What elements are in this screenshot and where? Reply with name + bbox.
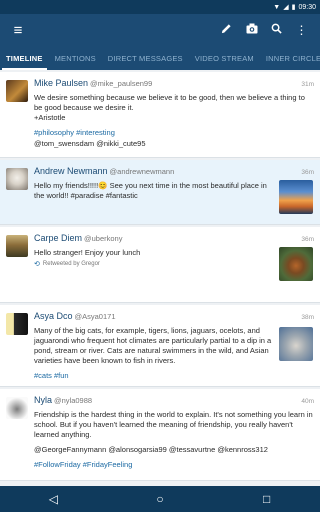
status-bar: ▼ ◢ ▮ 09:30 (0, 0, 320, 14)
tweet-text: Many of the big cats, for example, tiger… (34, 326, 272, 365)
tab-inner-circle[interactable]: INNER CIRCLE (260, 54, 320, 70)
tweet-time: 40m (301, 398, 314, 405)
overflow-menu-icon[interactable]: ⋮ (289, 23, 314, 37)
recents-icon[interactable]: □ (247, 492, 287, 506)
retweet-icon: ⟲ (34, 261, 40, 268)
tweet-mentions[interactable]: @tom_swensdam @nikki_cute95 (34, 139, 314, 149)
tweet-item[interactable]: Andrew Newmann @andrewnewmann 36m Hello … (0, 160, 320, 225)
clock: 09:30 (298, 3, 316, 11)
avatar[interactable] (6, 235, 28, 257)
tab-bar: TIMELINE MENTIONS DIRECT MESSAGES VIDEO … (0, 46, 320, 70)
tweet-text-attribution: +Aristotle (34, 113, 66, 122)
tweet-time: 38m (301, 314, 314, 321)
tweet-text: Friendship is the hardest thing in the w… (34, 410, 313, 439)
tweet-author-name[interactable]: Nyla (34, 395, 52, 406)
search-icon[interactable] (264, 23, 289, 37)
tweet-hashtags[interactable]: #philosophy #interesting (34, 128, 314, 138)
tweet-hashtags[interactable]: #cats #fun (34, 371, 314, 381)
tweet-media-thumbnail[interactable] (279, 180, 313, 214)
app-toolbar: ≡ ⋮ (0, 14, 320, 46)
avatar[interactable] (6, 313, 28, 335)
tweet-text: Hello stranger! Enjoy your lunch (34, 248, 141, 257)
tweet-author-name[interactable]: Carpe Diem (34, 233, 82, 244)
avatar[interactable] (6, 397, 28, 419)
tweet-author-name[interactable]: Andrew Newmann (34, 166, 108, 177)
hamburger-menu-icon[interactable]: ≡ (6, 22, 30, 39)
tweet-author-handle[interactable]: @mike_paulsen99 (90, 78, 152, 89)
tweet-mentions[interactable]: @GeorgeFannymann @alonsogarsia99 @tessav… (34, 445, 314, 455)
tweet-hashtags[interactable]: #FollowFriday #FridayFeeling (34, 460, 314, 470)
tweet-media-thumbnail[interactable] (279, 327, 313, 361)
tweet-author-handle[interactable]: @uberkony (84, 233, 122, 244)
tweet-text: Hello my friends!!!!!😊 See you next time… (34, 181, 267, 200)
tab-direct-messages[interactable]: DIRECT MESSAGES (102, 54, 189, 70)
tweet-author-handle[interactable]: @nyla0988 (54, 395, 92, 406)
back-icon[interactable]: ◁ (33, 492, 73, 506)
tweet-author-name[interactable]: Asya Dco (34, 311, 73, 322)
tweet-text: We desire something because we believe i… (34, 93, 305, 112)
camera-icon[interactable] (239, 23, 264, 37)
tweet-author-handle[interactable]: @Asya0171 (75, 311, 116, 322)
tweet-item[interactable]: Nyla @nyla0988 40m Friendship is the har… (0, 389, 320, 481)
timeline-feed[interactable]: Mike Paulsen @mike_paulsen99 31m We desi… (0, 70, 320, 486)
tab-video-stream[interactable]: VIDEO STREAM (189, 54, 260, 70)
tweet-author-name[interactable]: Mike Paulsen (34, 78, 88, 89)
battery-icon: ▮ (291, 3, 296, 11)
compose-pencil-icon[interactable] (214, 23, 239, 37)
retweet-label: Retweeted by Gregor (42, 261, 100, 267)
retweet-indicator: ⟲ Retweeted by Gregor (34, 260, 314, 268)
tab-timeline[interactable]: TIMELINE (0, 54, 49, 70)
avatar[interactable] (6, 168, 28, 190)
tweet-item[interactable]: Asya Dco @Asya0171 38m Many of the big c… (0, 305, 320, 387)
system-navigation-bar: ◁ ○ □ (0, 486, 320, 512)
tweet-time: 36m (301, 169, 314, 176)
avatar[interactable] (6, 80, 28, 102)
signal-icon: ◢ (283, 3, 289, 11)
tweet-item[interactable]: Mike Paulsen @mike_paulsen99 31m We desi… (0, 72, 320, 158)
tab-mentions[interactable]: MENTIONS (49, 54, 102, 70)
tweet-media-thumbnail[interactable] (279, 247, 313, 281)
home-icon[interactable]: ○ (140, 492, 180, 506)
tweet-author-handle[interactable]: @andrewnewmann (110, 166, 175, 177)
tweet-item[interactable]: Carpe Diem @uberkony 36m Hello stranger!… (0, 227, 320, 303)
tweet-time: 36m (301, 236, 314, 243)
wifi-icon: ▼ (273, 3, 281, 11)
tweet-time: 31m (301, 81, 314, 88)
